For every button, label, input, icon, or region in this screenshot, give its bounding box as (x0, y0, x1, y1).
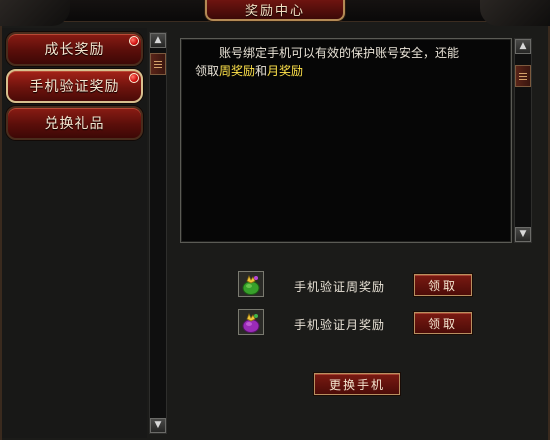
reward-weekly-label: 手机验证周奖励 (294, 280, 386, 294)
purple-gift-bag-icon (238, 309, 264, 335)
description-scrollbar[interactable]: ▲ ▼ (514, 38, 532, 243)
window-title-plate: 奖励中心 (205, 0, 345, 21)
frame-corner-right (480, 0, 550, 26)
highlight-monthly-reward: 月奖励 (267, 64, 304, 78)
scroll-up-arrow-icon[interactable]: ▲ (150, 33, 166, 48)
scroll-thumb[interactable] (515, 65, 531, 87)
scroll-down-arrow-icon[interactable]: ▼ (150, 418, 166, 433)
nav-panel: 成长奖励 手机验证奖励 兑换礼品 (2, 28, 147, 438)
nav-item-label: 手机验证奖励 (29, 79, 120, 95)
notification-dot-icon (129, 73, 139, 83)
claim-weekly-button[interactable]: 领取 (414, 274, 472, 296)
scroll-down-arrow-icon[interactable]: ▼ (515, 227, 531, 242)
nav-scrollbar[interactable]: ▲ ▼ (149, 32, 167, 434)
description-line-2: 领取周奖励和月奖励 (195, 64, 304, 78)
scroll-up-arrow-icon[interactable]: ▲ (515, 39, 531, 54)
nav-item-growth-reward[interactable]: 成长奖励 (6, 32, 143, 66)
highlight-weekly-reward: 周奖励 (219, 64, 256, 78)
claim-monthly-button[interactable]: 领取 (414, 312, 472, 334)
nav-item-label: 成长奖励 (44, 42, 105, 58)
description-line-1: 账号绑定手机可以有效的保护账号安全，还能 (219, 46, 460, 60)
green-gift-bag-icon (238, 271, 264, 297)
notification-dot-icon (129, 36, 139, 46)
nav-item-redeem-gift[interactable]: 兑换礼品 (6, 106, 143, 140)
nav-item-label: 兑换礼品 (44, 116, 105, 132)
change-phone-button[interactable]: 更换手机 (314, 373, 400, 395)
reward-monthly-label: 手机验证月奖励 (294, 318, 386, 332)
frame-corner-left (0, 0, 70, 26)
window-title: 奖励中心 (244, 4, 305, 19)
scroll-thumb[interactable] (150, 53, 166, 75)
description-text-box: 账号绑定手机可以有效的保护账号安全，还能 领取周奖励和月奖励 (180, 38, 512, 243)
nav-item-phone-verify-reward[interactable]: 手机验证奖励 (6, 69, 143, 103)
